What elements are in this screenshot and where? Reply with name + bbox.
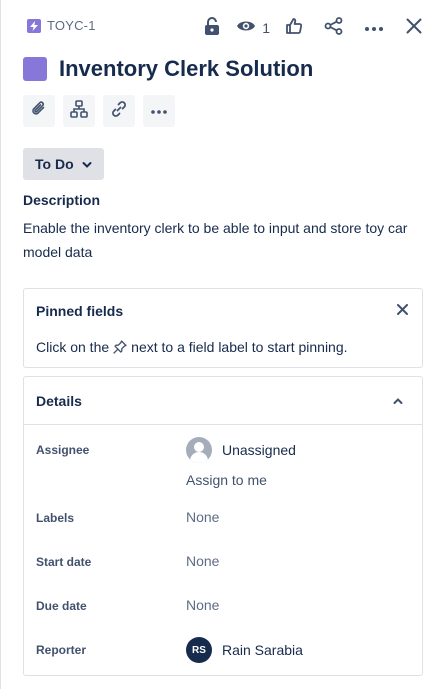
assignee-value: Unassigned [222, 442, 296, 458]
chevron-down-icon [82, 156, 92, 172]
reporter-label: Reporter [36, 643, 87, 657]
lightning-icon [27, 18, 41, 33]
pin-icon [113, 340, 127, 354]
assign-to-me-link[interactable]: Assign to me [186, 472, 267, 488]
pinned-hint-before: Click on the [36, 339, 110, 355]
issue-key-link[interactable]: TOYC-1 [27, 18, 96, 33]
issue-header: TOYC-1 1 [1, 0, 443, 56]
description-heading: Description [23, 192, 101, 208]
pinned-fields-panel: Pinned fields Click on the next to a fie… [23, 288, 423, 368]
add-child-issue-button[interactable] [63, 95, 95, 127]
labels-value[interactable]: None [186, 509, 219, 525]
header-actions: 1 [188, 14, 430, 42]
details-panel: Details Assignee Unassigned Assign to me… [23, 376, 423, 676]
issue-type-swatch [23, 57, 47, 81]
thumbs-up-icon [285, 17, 303, 40]
details-title: Details [36, 393, 82, 409]
reporter-field[interactable]: RS Rain Sarabia [186, 637, 303, 663]
link-issue-button[interactable] [103, 95, 135, 127]
more-icon [364, 19, 384, 37]
eye-icon [236, 19, 256, 38]
issue-key: TOYC-1 [47, 18, 96, 33]
child-issue-icon [70, 99, 88, 123]
collapse-details-button[interactable] [388, 391, 408, 411]
close-icon [406, 18, 422, 39]
attach-button[interactable] [23, 95, 55, 127]
issue-panel: TOYC-1 1 Inventory Clerk Solution To Do … [0, 0, 443, 689]
issue-title-row: Inventory Clerk Solution [23, 56, 313, 82]
avatar: RS [186, 637, 212, 663]
watch-button[interactable]: 1 [236, 14, 270, 42]
restrict-button[interactable] [196, 14, 228, 42]
reporter-value: Rain Sarabia [222, 642, 303, 658]
more-quick-actions-button[interactable] [143, 95, 175, 127]
assignee-label: Assignee [36, 443, 90, 457]
avatar [186, 437, 212, 463]
quick-actions [23, 95, 175, 127]
more-icon [150, 102, 168, 120]
start-date-value[interactable]: None [186, 553, 219, 569]
due-date-label: Due date [36, 599, 87, 613]
labels-label: Labels [36, 511, 75, 525]
more-actions-button[interactable] [358, 14, 390, 42]
status-dropdown[interactable]: To Do [23, 148, 104, 180]
status-label: To Do [35, 156, 74, 172]
details-header[interactable]: Details [24, 377, 422, 425]
close-icon [396, 302, 408, 320]
attach-icon [30, 100, 48, 123]
vote-button[interactable] [278, 14, 310, 42]
pinned-fields-title: Pinned fields [36, 303, 124, 319]
lock-open-icon [204, 16, 220, 40]
assignee-field[interactable]: Unassigned [186, 437, 296, 463]
pinned-hint-after: next to a field label to start pinning. [131, 339, 348, 355]
issue-title[interactable]: Inventory Clerk Solution [59, 56, 313, 82]
description-body[interactable]: Enable the inventory clerk to be able to… [23, 216, 423, 264]
due-date-value[interactable]: None [186, 597, 219, 613]
chevron-up-icon [393, 392, 403, 410]
pinned-fields-hint: Click on the next to a field label to st… [36, 339, 348, 355]
link-icon [110, 100, 128, 123]
share-icon [324, 16, 344, 40]
close-button[interactable] [398, 14, 430, 42]
watch-count: 1 [262, 20, 270, 36]
share-button[interactable] [318, 14, 350, 42]
dismiss-pinned-fields-button[interactable] [392, 301, 412, 321]
start-date-label: Start date [36, 555, 92, 569]
